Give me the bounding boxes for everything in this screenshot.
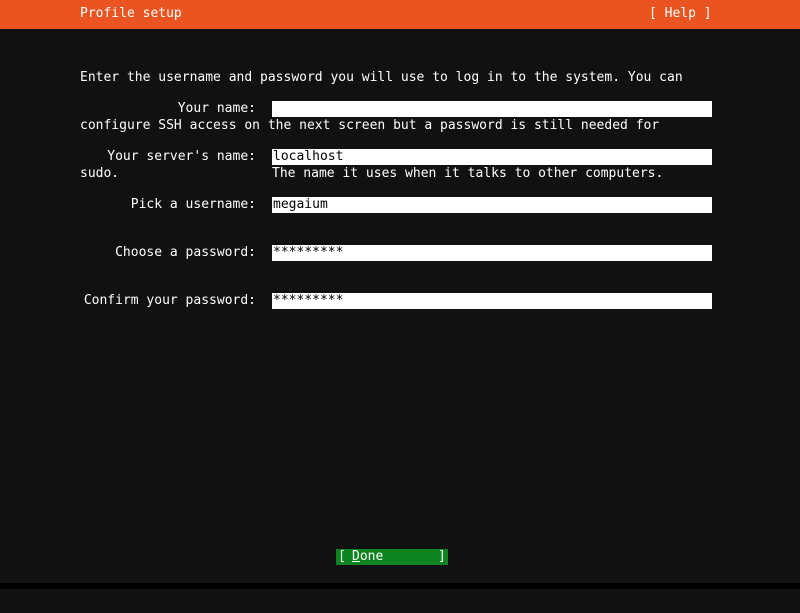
header-bar: Profile setup [ Help ] bbox=[0, 0, 800, 29]
your-name-label: Your name: bbox=[177, 101, 256, 116]
server-name-label: Your server's name: bbox=[107, 149, 256, 164]
done-bracket-open: [ bbox=[338, 549, 346, 564]
done-button[interactable]: [ Done ] bbox=[336, 549, 448, 565]
intro-line: configure SSH access on the next screen … bbox=[80, 118, 660, 133]
your-name-input[interactable] bbox=[272, 101, 712, 117]
done-label: Done bbox=[352, 549, 384, 564]
page-title: Profile setup bbox=[80, 6, 182, 21]
server-name-help: The name it uses when it talks to other … bbox=[272, 166, 664, 181]
help-button[interactable]: [ Help ] bbox=[649, 6, 712, 22]
bottom-bar bbox=[0, 583, 800, 589]
username-input[interactable]: megaium bbox=[272, 197, 712, 213]
done-bracket-close: ] bbox=[438, 549, 446, 564]
password-input[interactable]: ********* bbox=[272, 245, 712, 261]
username-label: Pick a username: bbox=[130, 197, 256, 212]
server-name-input[interactable]: localhost bbox=[272, 149, 712, 165]
confirm-password-label: Confirm your password: bbox=[83, 293, 256, 308]
confirm-password-input[interactable]: ********* bbox=[272, 293, 712, 309]
password-label: Choose a password: bbox=[115, 245, 256, 260]
intro-line: Enter the username and password you will… bbox=[80, 70, 683, 85]
